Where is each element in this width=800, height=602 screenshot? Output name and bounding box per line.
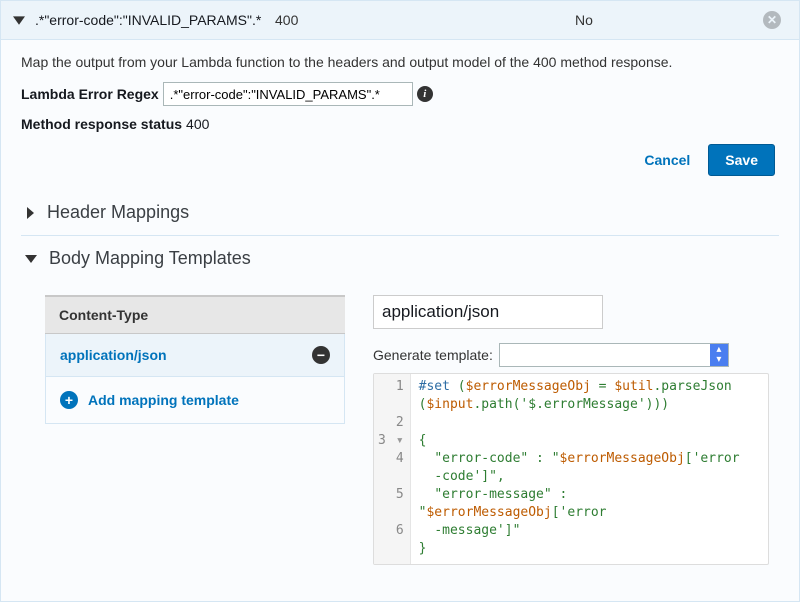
code-content[interactable]: #set ($errorMessageObj = $util.parseJson…: [411, 374, 768, 564]
plus-icon: +: [60, 391, 78, 409]
body-mapping-title: Body Mapping Templates: [49, 248, 251, 269]
method-status-label: Method response status: [21, 116, 182, 132]
content-type-input[interactable]: application/json: [373, 295, 603, 329]
method-status-value: 400: [186, 116, 209, 132]
regex-pattern-cell: .*"error-code":"INVALID_PARAMS".*: [35, 12, 265, 28]
save-button[interactable]: Save: [708, 144, 775, 176]
header-mappings-title: Header Mappings: [47, 202, 189, 223]
add-mapping-template-button[interactable]: + Add mapping template: [46, 377, 344, 423]
body-mapping-section[interactable]: Body Mapping Templates: [21, 236, 779, 281]
expand-toggle-icon[interactable]: [13, 14, 25, 26]
chevron-down-icon: [25, 254, 37, 264]
code-gutter: 1 23 ▾4 5 6: [374, 374, 411, 564]
proxy-cell: No: [575, 12, 747, 28]
template-code-editor[interactable]: 1 23 ▾4 5 6 #set ($errorMessageObj = $ut…: [373, 373, 769, 565]
section-description: Map the output from your Lambda function…: [21, 54, 779, 70]
remove-content-type-icon[interactable]: −: [312, 346, 330, 364]
status-code-cell: 400: [275, 12, 565, 28]
integration-response-row[interactable]: .*"error-code":"INVALID_PARAMS".* 400 No…: [1, 1, 799, 40]
chevron-right-icon: [25, 207, 35, 219]
header-mappings-section[interactable]: Header Mappings: [21, 190, 779, 236]
cancel-button[interactable]: Cancel: [644, 152, 690, 168]
content-type-row[interactable]: application/json −: [46, 334, 344, 377]
info-icon[interactable]: i: [417, 86, 433, 102]
regex-input[interactable]: [163, 82, 413, 106]
content-type-header: Content-Type: [45, 295, 345, 334]
delete-row-icon[interactable]: ✕: [763, 11, 781, 29]
generate-template-select[interactable]: ▴▾: [499, 343, 729, 367]
generate-template-label: Generate template:: [373, 347, 493, 363]
regex-label: Lambda Error Regex: [21, 86, 159, 102]
content-type-input-value: application/json: [382, 302, 499, 322]
content-type-link[interactable]: application/json: [60, 347, 167, 363]
select-arrow-icon: ▴▾: [710, 344, 728, 366]
add-mapping-template-label: Add mapping template: [88, 392, 239, 408]
